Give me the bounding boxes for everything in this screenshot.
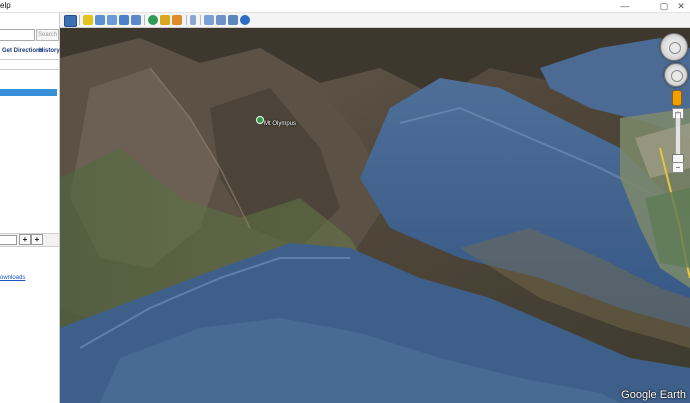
- look-navigation-ring[interactable]: [660, 33, 688, 61]
- search-button[interactable]: Search: [36, 29, 59, 41]
- minimize-button[interactable]: —: [616, 0, 634, 12]
- get-directions-link[interactable]: Get Directions: [2, 48, 43, 54]
- main-toolbar: [60, 13, 690, 28]
- places-search-field[interactable]: [0, 235, 17, 245]
- print-icon[interactable]: [216, 15, 226, 25]
- move-joystick[interactable]: [671, 70, 683, 82]
- history-link[interactable]: History: [39, 48, 60, 54]
- google-earth-watermark: Google Earth: [621, 389, 686, 401]
- close-button[interactable]: ✕: [672, 0, 690, 12]
- image-overlay-icon[interactable]: [119, 15, 129, 25]
- planets-icon[interactable]: [172, 15, 182, 25]
- sidebar-divider: [0, 59, 59, 60]
- sidebar-divider: [0, 69, 59, 70]
- placemark-label[interactable]: Mt Olympus: [264, 121, 296, 127]
- selected-search-result[interactable]: [0, 89, 57, 96]
- record-tour-icon[interactable]: [131, 15, 141, 25]
- placemark-pin-icon[interactable]: [256, 116, 264, 124]
- toolbar-separator: [144, 15, 145, 25]
- save-image-icon[interactable]: [228, 15, 238, 25]
- downloads-link[interactable]: ownloads: [0, 275, 25, 281]
- help-menu[interactable]: elp: [0, 1, 11, 10]
- title-bar: elp — ▢ ✕: [0, 0, 690, 13]
- view-in-maps-icon[interactable]: [240, 15, 250, 25]
- sidebar: Search Get Directions History + + ownloa…: [0, 13, 60, 403]
- sunlight-icon[interactable]: [160, 15, 170, 25]
- historical-imagery-icon[interactable]: [148, 15, 158, 25]
- sidebar-toggle-icon[interactable]: [64, 15, 77, 27]
- toolbar-separator: [79, 15, 80, 25]
- placemark-icon[interactable]: [83, 15, 93, 25]
- sidebar-divider: [0, 246, 59, 247]
- look-joystick[interactable]: [669, 42, 681, 54]
- search-input[interactable]: [0, 29, 35, 41]
- path-icon[interactable]: [107, 15, 117, 25]
- earth-3d-view[interactable]: Mt Olympus Google Earth: [60, 28, 690, 403]
- email-icon[interactable]: [204, 15, 214, 25]
- polygon-icon[interactable]: [95, 15, 105, 25]
- toolbar-separator: [200, 15, 201, 25]
- add-folder-button[interactable]: +: [31, 234, 43, 245]
- maximize-button[interactable]: ▢: [655, 0, 673, 12]
- terrain-imagery: [60, 28, 690, 403]
- move-navigation-ring[interactable]: [664, 63, 688, 87]
- street-view-pegman-icon[interactable]: [672, 90, 682, 106]
- toolbar-separator: [186, 15, 187, 25]
- zoom-out-button[interactable]: −: [672, 162, 684, 173]
- add-place-button[interactable]: +: [19, 234, 31, 245]
- ruler-icon[interactable]: [190, 15, 196, 25]
